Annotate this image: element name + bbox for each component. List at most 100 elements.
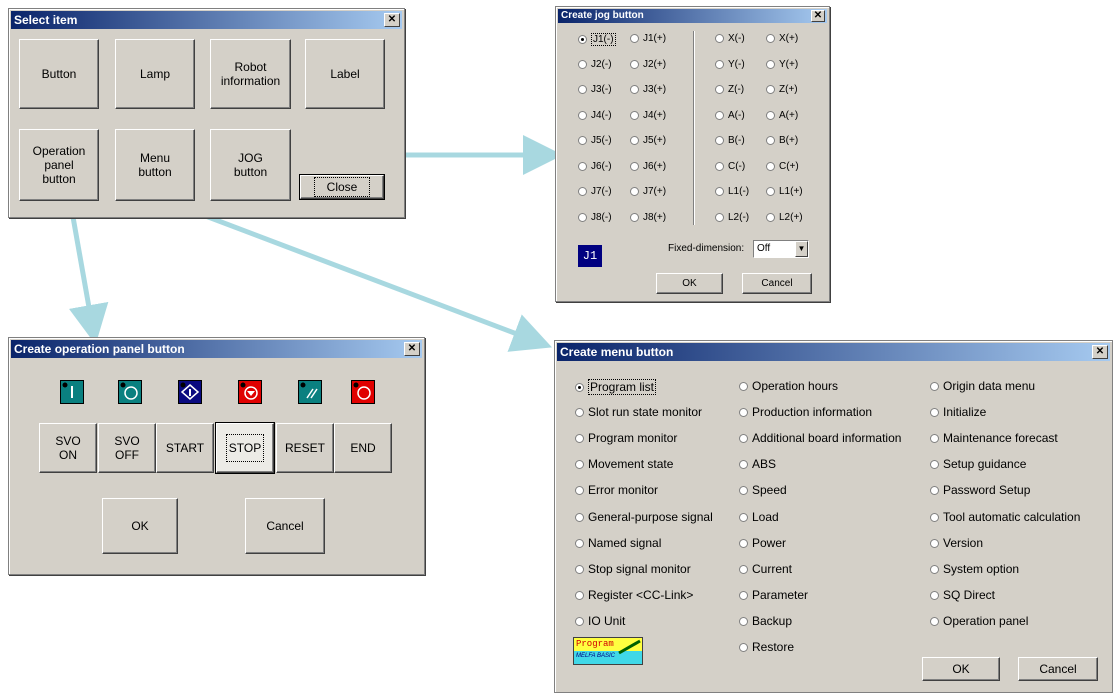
radio-icon[interactable]: [715, 212, 724, 222]
radio-icon[interactable]: [766, 212, 775, 222]
radio-icon[interactable]: [766, 110, 775, 120]
jog-radio-z[interactable]: Z(-): [715, 84, 744, 95]
radio-icon[interactable]: [739, 564, 748, 574]
jog-radio-x[interactable]: X(-): [715, 33, 745, 44]
jog-radio-c[interactable]: C(-): [715, 161, 745, 172]
menu-radio-register-cc-link[interactable]: Register <CC-Link>: [575, 588, 693, 602]
radio-icon[interactable]: [575, 382, 584, 392]
jog-radio-j3[interactable]: J3(+): [630, 84, 666, 95]
menu-radio-program-list[interactable]: Program list: [575, 379, 657, 395]
menu-radio-password-setup[interactable]: Password Setup: [930, 483, 1030, 497]
radio-icon[interactable]: [930, 538, 939, 548]
jog-radio-j6[interactable]: J6(-): [578, 161, 612, 172]
radio-icon[interactable]: [739, 590, 748, 600]
menu-radio-current[interactable]: Current: [739, 562, 792, 576]
menu-radio-general-purpose-signal[interactable]: General-purpose signal: [575, 510, 713, 524]
jog-radio-j3[interactable]: J3(-): [578, 84, 612, 95]
menu-radio-system-option[interactable]: System option: [930, 562, 1019, 576]
close-icon[interactable]: ✕: [384, 13, 400, 27]
jog-radio-j8[interactable]: J8(-): [578, 212, 612, 223]
radio-icon[interactable]: [578, 187, 587, 196]
operation-ok-button[interactable]: OK: [102, 498, 178, 554]
jog-radio-j5[interactable]: J5(+): [630, 135, 666, 146]
radio-icon[interactable]: [739, 512, 748, 522]
close-icon[interactable]: ✕: [404, 342, 420, 356]
jog-radio-j5[interactable]: J5(-): [578, 135, 612, 146]
radio-icon[interactable]: [578, 59, 587, 69]
radio-icon[interactable]: [630, 85, 639, 94]
op-button-svo-on[interactable]: SVO ON: [39, 423, 97, 473]
radio-icon[interactable]: [930, 407, 939, 417]
menu-radio-sq-direct[interactable]: SQ Direct: [930, 588, 995, 602]
menu-radio-error-monitor[interactable]: Error monitor: [575, 483, 658, 497]
radio-icon[interactable]: [766, 85, 775, 94]
menu-radio-load[interactable]: Load: [739, 510, 779, 524]
operation-panel-button[interactable]: Operation panel button: [19, 129, 99, 201]
radio-icon[interactable]: [575, 459, 584, 469]
menu-radio-stop-signal-monitor[interactable]: Stop signal monitor: [575, 562, 691, 576]
radio-icon[interactable]: [766, 34, 775, 43]
jog-radio-j7[interactable]: J7(+): [630, 186, 666, 197]
radio-icon[interactable]: [739, 642, 748, 652]
lamp-item-button[interactable]: Lamp: [115, 39, 195, 109]
radio-icon[interactable]: [930, 590, 939, 600]
jog-radio-j8[interactable]: J8(+): [630, 212, 666, 223]
jog-radio-j7[interactable]: J7(-): [578, 186, 612, 197]
radio-icon[interactable]: [578, 110, 587, 120]
radio-icon[interactable]: [575, 433, 584, 443]
radio-icon[interactable]: [715, 187, 724, 196]
jog-radio-a[interactable]: A(-): [715, 110, 745, 121]
radio-icon[interactable]: [930, 616, 939, 626]
jog-radio-j2[interactable]: J2(-): [578, 59, 612, 70]
robot-information-button[interactable]: Robot information: [210, 39, 291, 109]
jog-radio-z[interactable]: Z(+): [766, 84, 798, 95]
radio-icon[interactable]: [575, 407, 584, 417]
radio-icon[interactable]: [766, 59, 775, 69]
close-icon[interactable]: ✕: [1092, 345, 1108, 359]
radio-icon[interactable]: [630, 34, 639, 43]
radio-icon[interactable]: [739, 433, 748, 443]
menu-radio-restore[interactable]: Restore: [739, 640, 794, 654]
close-button[interactable]: Close: [299, 174, 385, 200]
jog-radio-j4[interactable]: J4(-): [578, 110, 612, 121]
radio-icon[interactable]: [739, 616, 748, 626]
radio-icon[interactable]: [930, 381, 939, 391]
op-button-stop[interactable]: STOP: [215, 422, 275, 474]
radio-icon[interactable]: [715, 59, 724, 69]
radio-icon[interactable]: [739, 459, 748, 469]
radio-icon[interactable]: [575, 616, 584, 626]
radio-icon[interactable]: [575, 564, 584, 574]
radio-icon[interactable]: [715, 85, 724, 94]
radio-icon[interactable]: [930, 564, 939, 574]
operation-cancel-button[interactable]: Cancel: [245, 498, 325, 554]
menu-radio-abs[interactable]: ABS: [739, 457, 776, 471]
radio-icon[interactable]: [575, 538, 584, 548]
radio-icon[interactable]: [575, 590, 584, 600]
menu-radio-backup[interactable]: Backup: [739, 614, 792, 628]
radio-icon[interactable]: [578, 136, 587, 145]
radio-icon[interactable]: [578, 35, 587, 44]
radio-icon[interactable]: [930, 485, 939, 495]
radio-icon[interactable]: [739, 538, 748, 548]
op-button-end[interactable]: END: [334, 423, 392, 473]
op-button-start[interactable]: START: [156, 423, 214, 473]
chevron-down-icon[interactable]: ▼: [795, 241, 808, 257]
menu-radio-operation-panel[interactable]: Operation panel: [930, 614, 1028, 628]
radio-icon[interactable]: [630, 212, 639, 222]
fixed-dimension-select[interactable]: Off ▼: [753, 240, 809, 258]
menu-ok-button[interactable]: OK: [922, 657, 1000, 681]
menu-radio-named-signal[interactable]: Named signal: [575, 536, 661, 550]
menu-radio-parameter[interactable]: Parameter: [739, 588, 808, 602]
radio-icon[interactable]: [739, 381, 748, 391]
jog-radio-y[interactable]: Y(-): [715, 59, 745, 70]
radio-icon[interactable]: [575, 485, 584, 495]
menu-radio-io-unit[interactable]: IO Unit: [575, 614, 625, 628]
jog-button-item[interactable]: JOG button: [210, 129, 291, 201]
menu-radio-tool-automatic-calculation[interactable]: Tool automatic calculation: [930, 510, 1080, 524]
op-button-svo-off[interactable]: SVO OFF: [98, 423, 156, 473]
jog-radio-j1[interactable]: J1(-): [578, 33, 616, 46]
jog-radio-l1[interactable]: L1(+): [766, 186, 803, 197]
radio-icon[interactable]: [766, 187, 775, 196]
menu-radio-version[interactable]: Version: [930, 536, 983, 550]
jog-radio-y[interactable]: Y(+): [766, 59, 798, 70]
